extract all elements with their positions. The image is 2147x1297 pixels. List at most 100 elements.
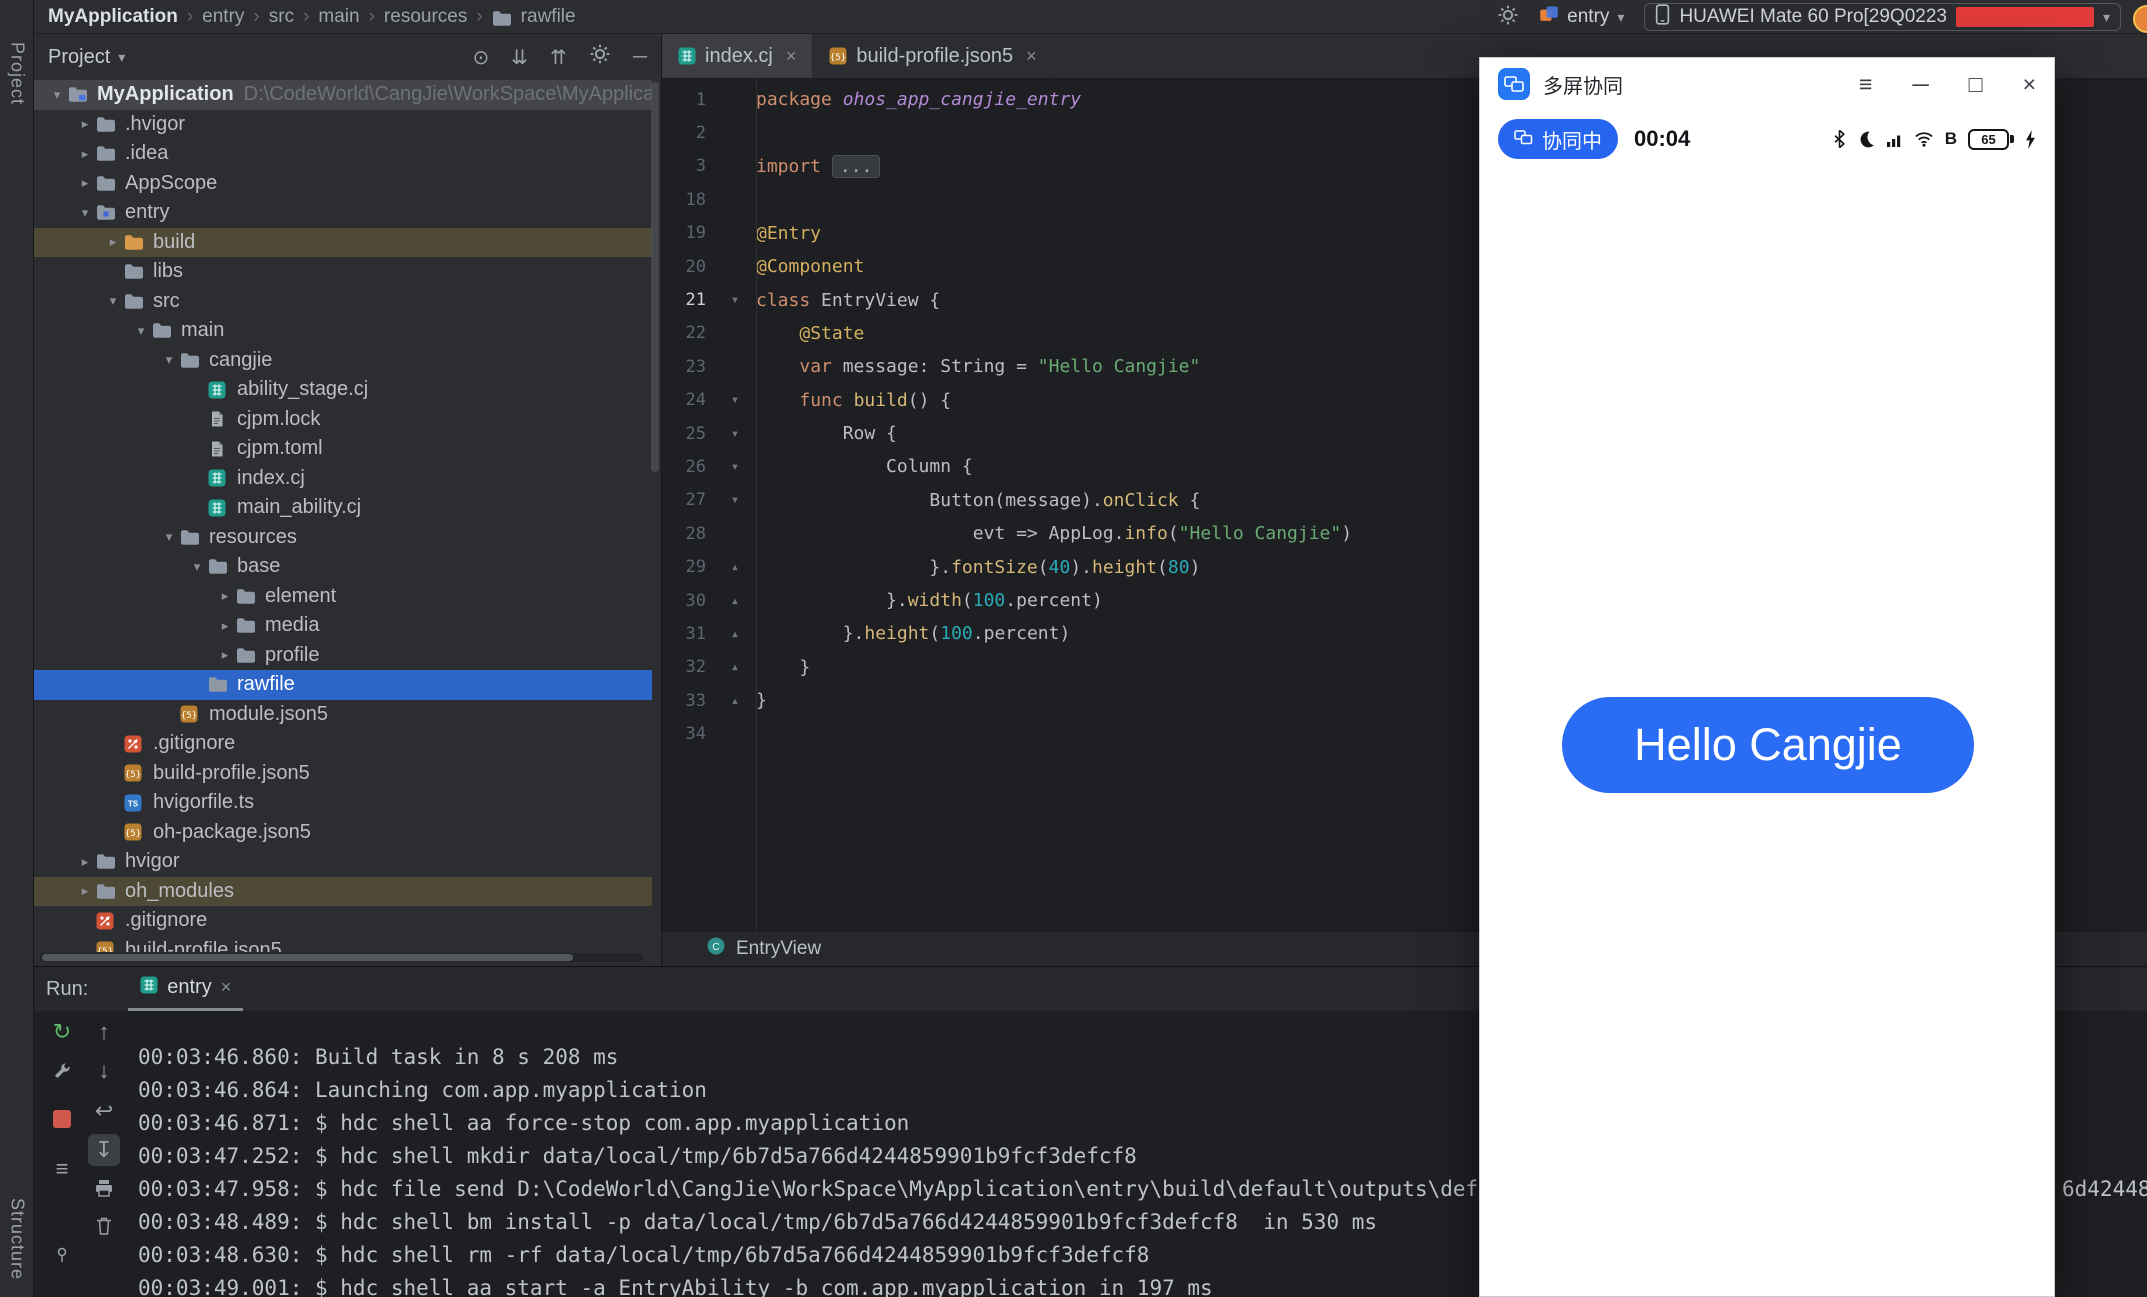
stack-icon[interactable]: ≡	[46, 1153, 78, 1185]
project-panel-title[interactable]: Project	[48, 46, 110, 69]
tool-window-tab-structure[interactable]: Structure	[0, 1198, 34, 1285]
chevron-collapsed-icon[interactable]: ▸	[214, 618, 236, 634]
minimize-icon[interactable]: ─	[1912, 71, 1928, 98]
run-tab-entry[interactable]: entry ×	[128, 967, 243, 1011]
tree-row-src[interactable]: ▾src	[34, 287, 652, 317]
chevron-expanded-icon[interactable]: ▾	[158, 352, 180, 368]
close-icon[interactable]: ×	[1026, 46, 1037, 67]
tree-row-hvigorfile-ts[interactable]: TShvigorfile.ts	[34, 788, 652, 818]
tree-row-cjpm-lock[interactable]: cjpm.lock	[34, 405, 652, 435]
tree-row-rawfile[interactable]: rawfile	[34, 670, 652, 700]
chevron-collapsed-icon[interactable]: ▸	[74, 116, 96, 132]
fold-marker-icon[interactable]: ▾	[714, 292, 756, 308]
tree-row-resources[interactable]: ▾resources	[34, 523, 652, 553]
tree-row-index-cj[interactable]: index.cj	[34, 464, 652, 494]
editor-tab-build-profile-json5[interactable]: {5}build-profile.json5×	[813, 34, 1053, 78]
tree-row-build[interactable]: ▸build	[34, 228, 652, 258]
stop-icon[interactable]	[46, 1103, 78, 1135]
tree-row-module-json5[interactable]: {5}module.json5	[34, 700, 652, 730]
fold-marker-icon[interactable]: ▴	[714, 659, 756, 675]
chevron-expanded-icon[interactable]: ▾	[74, 205, 96, 221]
locate-icon[interactable]: ⊙	[473, 45, 490, 70]
breadcrumb-item-rawfile[interactable]: rawfile	[521, 6, 576, 28]
fold-marker-icon[interactable]: ▾	[714, 392, 756, 408]
fold-marker-icon[interactable]: ▾	[714, 492, 756, 508]
tool-window-tab-project[interactable]: Project	[0, 42, 34, 110]
print-icon[interactable]	[88, 1172, 120, 1204]
tree-row-element[interactable]: ▸element	[34, 582, 652, 612]
chevron-collapsed-icon[interactable]: ▸	[74, 883, 96, 899]
rerun-icon[interactable]: ↻	[46, 1016, 78, 1048]
fold-marker-icon[interactable]: ▴	[714, 626, 756, 642]
mirror-titlebar[interactable]: 多屏协同 ≡─□×	[1480, 58, 2054, 110]
tree-row-base[interactable]: ▾base	[34, 552, 652, 582]
menu-icon[interactable]: ≡	[1859, 71, 1872, 98]
tree-row-myapplication[interactable]: ▾MyApplicationD:\CodeWorld\CangJie\WorkS…	[34, 80, 652, 110]
tree-row-libs[interactable]: libs	[34, 257, 652, 287]
device-select[interactable]: HUAWEI Mate 60 Pro[29Q0223 ▾	[1644, 3, 2121, 31]
maximize-icon[interactable]: □	[1969, 71, 1983, 98]
expand-all-icon[interactable]: ⇊	[511, 45, 528, 70]
tree-row-cangjie[interactable]: ▾cangjie	[34, 346, 652, 376]
tree-row-hvigor[interactable]: ▸hvigor	[34, 847, 652, 877]
tree-row-oh-modules[interactable]: ▸oh_modules	[34, 877, 652, 907]
collapse-all-icon[interactable]: ⇈	[550, 45, 567, 70]
pin-icon[interactable]	[46, 1239, 78, 1271]
chevron-collapsed-icon[interactable]: ▸	[214, 647, 236, 663]
hide-icon[interactable]: ─	[633, 46, 647, 69]
clear-icon[interactable]	[88, 1210, 120, 1242]
horizontal-scrollbar[interactable]	[40, 953, 643, 962]
tree-row-gitignore[interactable]: .gitignore	[34, 729, 652, 759]
tree-row-main[interactable]: ▾main	[34, 316, 652, 346]
scroll-end-icon[interactable]: ↧	[88, 1134, 120, 1166]
tree-row-ability-stage-cj[interactable]: ability_stage.cj	[34, 375, 652, 405]
fold-marker-icon[interactable]: ▾	[714, 426, 756, 442]
tree-row-gitignore[interactable]: .gitignore	[34, 906, 652, 936]
chevron-collapsed-icon[interactable]: ▸	[74, 854, 96, 870]
breadcrumb-item-main[interactable]: main	[318, 6, 359, 28]
fold-marker-icon[interactable]: ▾	[714, 459, 756, 475]
editor-tab-index-cj[interactable]: index.cj×	[662, 34, 813, 78]
chevron-expanded-icon[interactable]: ▾	[102, 293, 124, 309]
breadcrumb-item-resources[interactable]: resources	[384, 6, 467, 28]
close-icon[interactable]: ×	[221, 977, 232, 998]
tree-row-hvigor[interactable]: ▸.hvigor	[34, 110, 652, 140]
fold-marker-icon[interactable]: ▴	[714, 559, 756, 575]
tree-row-main-ability-cj[interactable]: main_ability.cj	[34, 493, 652, 523]
chevron-collapsed-icon[interactable]: ▸	[102, 234, 124, 250]
wrench-icon[interactable]	[46, 1055, 78, 1087]
tree-row-appscope[interactable]: ▸AppScope	[34, 169, 652, 199]
chevron-expanded-icon[interactable]: ▾	[186, 559, 208, 575]
chevron-collapsed-icon[interactable]: ▸	[74, 146, 96, 162]
tree-row-cjpm-toml[interactable]: cjpm.toml	[34, 434, 652, 464]
close-icon[interactable]: ×	[786, 46, 797, 67]
run-config-select[interactable]: entry ▾	[1539, 4, 1624, 30]
down-icon[interactable]: ↓	[88, 1055, 120, 1087]
vertical-scrollbar[interactable]	[651, 82, 659, 472]
softwrap-icon[interactable]: ↩	[88, 1095, 120, 1127]
settings-icon[interactable]	[589, 43, 611, 71]
close-icon[interactable]: ×	[2023, 71, 2036, 98]
fold-marker-icon[interactable]: ▴	[714, 693, 756, 709]
fold-marker-icon[interactable]: ▴	[714, 593, 756, 609]
chevron-expanded-icon[interactable]: ▾	[130, 323, 152, 339]
breadcrumb-item-src[interactable]: src	[269, 6, 294, 28]
tree-row-build-profile-json5[interactable]: {5}build-profile.json5	[34, 759, 652, 789]
chevron-expanded-icon[interactable]: ▾	[46, 87, 68, 103]
tree-row-media[interactable]: ▸media	[34, 611, 652, 641]
tree-row-entry[interactable]: ▾entry	[34, 198, 652, 228]
chevron-collapsed-icon[interactable]: ▸	[74, 175, 96, 191]
hello-cangjie-button[interactable]: Hello Cangjie	[1562, 697, 1974, 793]
notification-icon[interactable]	[2133, 5, 2147, 33]
tree-row-idea[interactable]: ▸.idea	[34, 139, 652, 169]
tree-row-profile[interactable]: ▸profile	[34, 641, 652, 671]
breadcrumb-item-entry[interactable]: entry	[202, 6, 244, 28]
chevron-collapsed-icon[interactable]: ▸	[214, 588, 236, 604]
breadcrumb-item-myapplication[interactable]: MyApplication	[48, 6, 178, 28]
gear-icon[interactable]	[1497, 4, 1519, 31]
tree-row-build-profile-json5[interactable]: {5}build-profile.json5	[34, 936, 652, 953]
tree-row-oh-package-json5[interactable]: {5}oh-package.json5	[34, 818, 652, 848]
editor-breadcrumb-label[interactable]: EntryView	[736, 938, 821, 960]
chevron-expanded-icon[interactable]: ▾	[158, 529, 180, 545]
up-icon[interactable]: ↑	[88, 1016, 120, 1048]
